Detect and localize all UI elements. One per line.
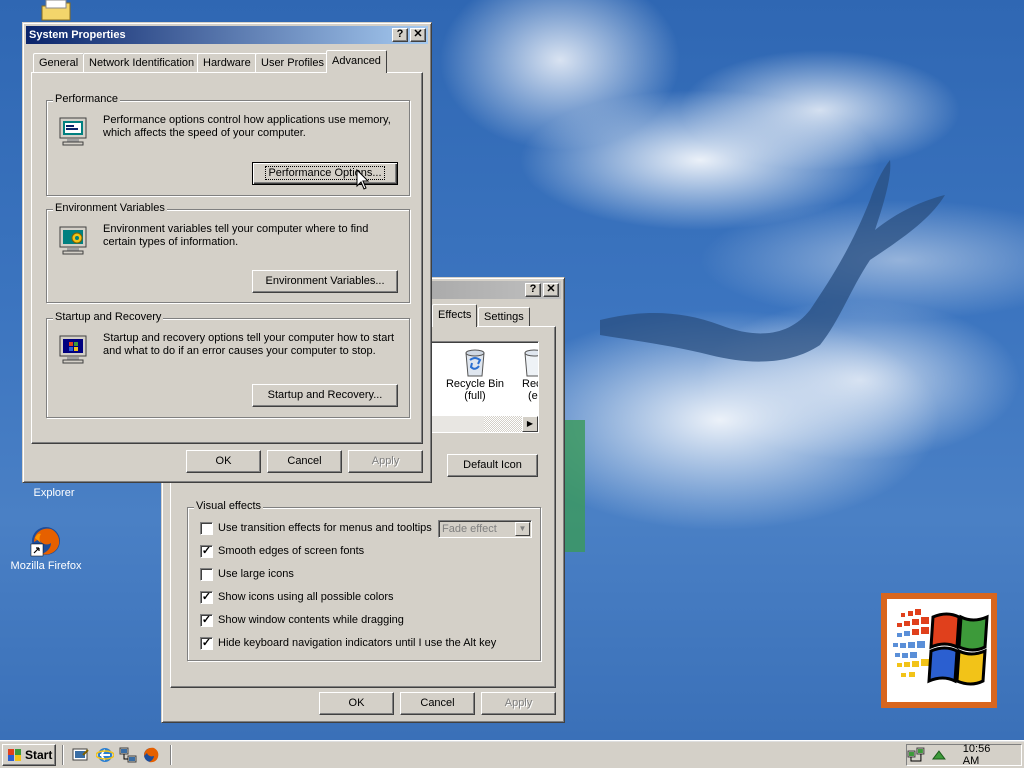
visual-effects-group: Visual effects Use transition effects fo… <box>187 500 541 661</box>
recycle-bin-empty-icon <box>524 349 538 377</box>
my-documents-icon[interactable] <box>40 0 72 22</box>
startup-title: Startup and Recovery <box>53 311 164 323</box>
taskbar-separator <box>170 745 172 765</box>
windows-flag-icon <box>8 749 21 761</box>
performance-computer-icon <box>59 117 87 146</box>
checkbox-all-colors[interactable]: ✓ <box>200 591 213 604</box>
checkbox-label: Show icons using all possible colors <box>218 591 394 603</box>
chevron-down-icon: ▼ <box>515 522 530 536</box>
environment-variables-button[interactable]: Environment Variables... <box>252 270 398 293</box>
default-icon-button-label: Default Icon <box>463 459 522 471</box>
environment-variables-label: Environment Variables... <box>265 275 385 287</box>
tab-effects[interactable]: Effects <box>432 304 478 327</box>
tab-hardware[interactable]: Hardware <box>197 53 257 73</box>
help-button[interactable]: ? <box>525 283 541 297</box>
cancel-button[interactable]: Cancel <box>267 450 342 473</box>
tab-user-profiles[interactable]: User Profiles <box>255 53 330 73</box>
clock[interactable]: 10:56 AM <box>963 743 1009 767</box>
checkbox-label: Show window contents while dragging <box>218 614 404 626</box>
network-icon[interactable] <box>119 746 137 764</box>
show-desktop-icon[interactable] <box>72 746 90 764</box>
startup-recovery-label: Startup and Recovery... <box>267 389 383 401</box>
window-title: System Properties <box>29 29 126 41</box>
apply-label: Apply <box>371 455 400 467</box>
tab-network-identification[interactable]: Network Identification <box>83 53 201 73</box>
start-label: Start <box>25 748 53 762</box>
icon-label-line2: (full) <box>464 390 486 402</box>
startup-description: Startup and recovery options tell your c… <box>103 332 395 357</box>
ok-label: OK <box>215 455 232 467</box>
desktop-icon-label: Mozilla Firefox <box>10 560 82 572</box>
scrollbar-track[interactable] <box>484 416 524 432</box>
visual-effects-title: Visual effects <box>194 500 264 512</box>
tab-general[interactable]: General <box>33 53 85 73</box>
apply-button[interactable]: Apply <box>348 450 423 473</box>
system-properties-window: System Properties ? ✕ General Network Id… <box>22 22 432 483</box>
apply-label: Apply <box>504 697 533 709</box>
checkbox-transition-effects[interactable] <box>200 522 213 535</box>
performance-description: Performance options control how applicat… <box>103 114 391 139</box>
scroll-right-button[interactable]: ▶ <box>522 416 538 432</box>
checkbox-label: Hide keyboard navigation indicators unti… <box>218 637 497 649</box>
background-window-fragment <box>564 420 585 552</box>
cancel-button[interactable]: Cancel <box>400 692 475 715</box>
internet-explorer-icon[interactable] <box>96 746 114 764</box>
ok-button[interactable]: OK <box>319 692 394 715</box>
taskbar-separator <box>62 745 64 765</box>
environment-computer-icon <box>59 226 87 255</box>
icon-label-line1: Recycle Bin <box>445 378 505 390</box>
taskbar: Start 10:56 AM <box>0 740 1024 768</box>
icon-label-line1: Rec <box>522 378 538 390</box>
close-button[interactable]: ✕ <box>543 283 559 297</box>
connection-icon[interactable] <box>931 747 947 763</box>
checkbox-large-icons[interactable] <box>200 568 213 581</box>
performance-group: Performance Performance options control … <box>46 93 410 196</box>
tab-advanced[interactable]: Advanced <box>326 50 387 73</box>
startup-computer-icon <box>59 335 87 364</box>
firefox-icon[interactable] <box>142 746 160 764</box>
desktop-icon-firefox[interactable]: Mozilla Firefox <box>6 524 86 572</box>
close-button[interactable]: ✕ <box>410 28 426 42</box>
checkbox-hide-keyboard-indicators[interactable]: ✓ <box>200 637 213 650</box>
system-tray: 10:56 AM <box>906 743 1022 767</box>
windows-flag-icon <box>893 609 989 686</box>
firefox-icon <box>30 527 60 557</box>
checkbox-label: Smooth edges of screen fonts <box>218 545 365 557</box>
advanced-tab-panel: Performance Performance options control … <box>31 72 423 444</box>
mouse-cursor-icon <box>356 169 370 190</box>
checkbox-smooth-fonts[interactable]: ✓ <box>200 545 213 558</box>
checkbox-label: Use large icons <box>218 568 294 580</box>
ok-button[interactable]: OK <box>186 450 261 473</box>
apply-button[interactable]: Apply <box>481 692 556 715</box>
startup-recovery-group: Startup and Recovery Startup and recover… <box>46 311 410 418</box>
transition-effect-value: Fade effect <box>442 523 497 535</box>
icon-recycle-bin-empty[interactable]: Rec (e <box>518 346 538 402</box>
wallpaper-swimmer-silhouette <box>600 160 945 362</box>
icon-recycle-bin-full[interactable]: Recycle Bin (full) <box>442 346 508 402</box>
environment-title: Environment Variables <box>53 202 167 214</box>
environment-variables-group: Environment Variables Environment variab… <box>46 202 410 303</box>
performance-options-button[interactable]: Performance Options... <box>252 162 398 185</box>
windows-logo <box>881 593 997 708</box>
transition-effect-select[interactable]: Fade effect ▼ <box>438 520 532 538</box>
performance-title: Performance <box>53 93 120 105</box>
start-button[interactable]: Start <box>2 744 56 766</box>
system-properties-titlebar[interactable]: System Properties ? ✕ <box>26 26 428 44</box>
default-icon-button[interactable]: Default Icon <box>447 454 538 477</box>
tab-settings[interactable]: Settings <box>478 307 530 327</box>
icon-label-line2: (e <box>528 390 538 402</box>
help-button[interactable]: ? <box>392 28 408 42</box>
checkbox-window-contents-dragging[interactable]: ✓ <box>200 614 213 627</box>
startup-recovery-button[interactable]: Startup and Recovery... <box>252 384 398 407</box>
network-status-icon[interactable] <box>907 747 925 763</box>
cancel-label: Cancel <box>287 455 322 467</box>
recycle-bin-full-icon <box>465 349 485 377</box>
cancel-label: Cancel <box>420 697 455 709</box>
environment-description: Environment variables tell your computer… <box>103 223 369 248</box>
checkbox-label: Use transition effects for menus and too… <box>218 522 432 534</box>
ok-label: OK <box>348 697 365 709</box>
